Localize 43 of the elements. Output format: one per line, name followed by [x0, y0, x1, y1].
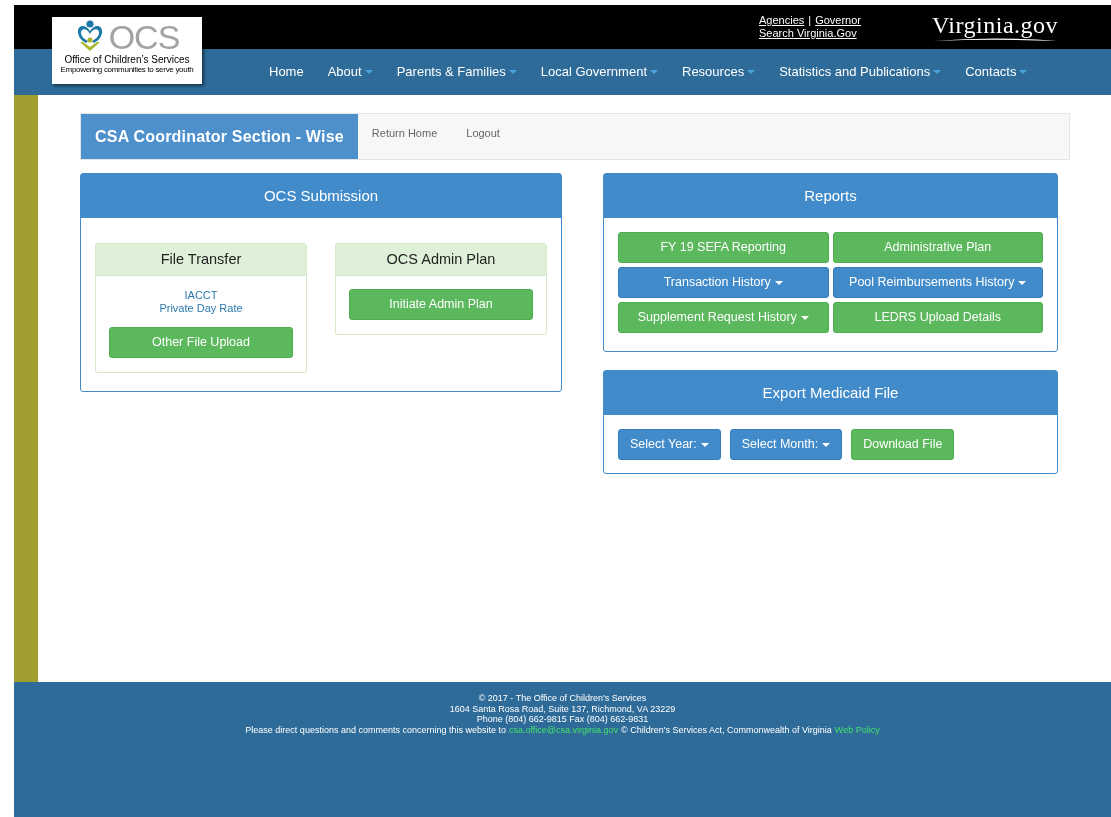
email-link[interactable]: csa.office@csa.virginia.gov [509, 724, 618, 735]
dropdown-button[interactable]: Pool Reimbursements History [832, 267, 1043, 298]
logo-mark: OCS [108, 20, 180, 54]
link-separator: | [808, 14, 812, 27]
button[interactable]: FY 19 SEFA Reporting [618, 232, 829, 263]
nav-link[interactable]: About [327, 62, 373, 82]
dropdown-button[interactable]: Transaction History [618, 267, 829, 298]
nav-link[interactable]: Home [269, 62, 304, 82]
footer-text: © Children's Services Act, Commonwealth of Virginia [621, 724, 832, 735]
footer-text: Phone (804) 662-9815 Fax (804) 662-9831 [476, 714, 649, 725]
button[interactable]: LEDRS Upload Details [832, 302, 1043, 333]
nav-link[interactable]: Parents & Families [396, 62, 517, 82]
nav-link[interactable]: Return Home [371, 125, 438, 159]
nav-link[interactable]: Local Government [540, 62, 658, 82]
nav-link[interactable]: Contacts [965, 62, 1028, 82]
button[interactable]: Other File Upload [109, 327, 293, 358]
card-title: File Transfer [96, 244, 306, 276]
web-policy-link[interactable]: Web Policy [834, 724, 880, 735]
search-link[interactable]: Search Virginia.Gov [759, 27, 861, 40]
link[interactable]: IACCT [184, 289, 218, 302]
governor-link[interactable]: Governor [815, 14, 861, 27]
panel-title: OCS Submission [81, 174, 561, 218]
button[interactable]: Administrative Plan [832, 232, 1043, 263]
button[interactable]: Download File [851, 429, 955, 460]
nav-link[interactable]: Logout [466, 125, 500, 159]
dropdown-button[interactable]: Select Year: [618, 429, 721, 460]
footer-text: © 2017 - The Office of Children's Services [478, 693, 647, 704]
card-title: OCS Admin Plan [336, 244, 546, 276]
nav-link[interactable]: Resources [682, 62, 756, 82]
footer-text: Please direct questions and comments concerning this website to [245, 724, 506, 735]
logo-tagline: Empowering communities to serve youth [60, 65, 194, 74]
section-title: CSA Coordinator Section - Wise [81, 114, 358, 159]
virginia-gov-logo[interactable]: Virginia.gov [931, 12, 1059, 37]
footer-text: 1604 Santa Rosa Road, Suite 137, Richmond, VA 23229 [449, 703, 676, 714]
panel-title: Reports [604, 174, 1057, 218]
panel-title: Export Medicaid File [604, 371, 1057, 415]
logo-name: Office of Children’s Services [64, 54, 190, 65]
dropdown-button[interactable]: Select Month: [729, 429, 843, 460]
button[interactable]: Initiate Admin Plan [349, 289, 533, 320]
nav-link[interactable]: Statistics and Publications [779, 62, 942, 82]
link[interactable]: Private Day Rate [159, 302, 243, 315]
button[interactable]: Supplement Request History [618, 302, 829, 333]
agencies-link[interactable]: Agencies [759, 14, 805, 27]
